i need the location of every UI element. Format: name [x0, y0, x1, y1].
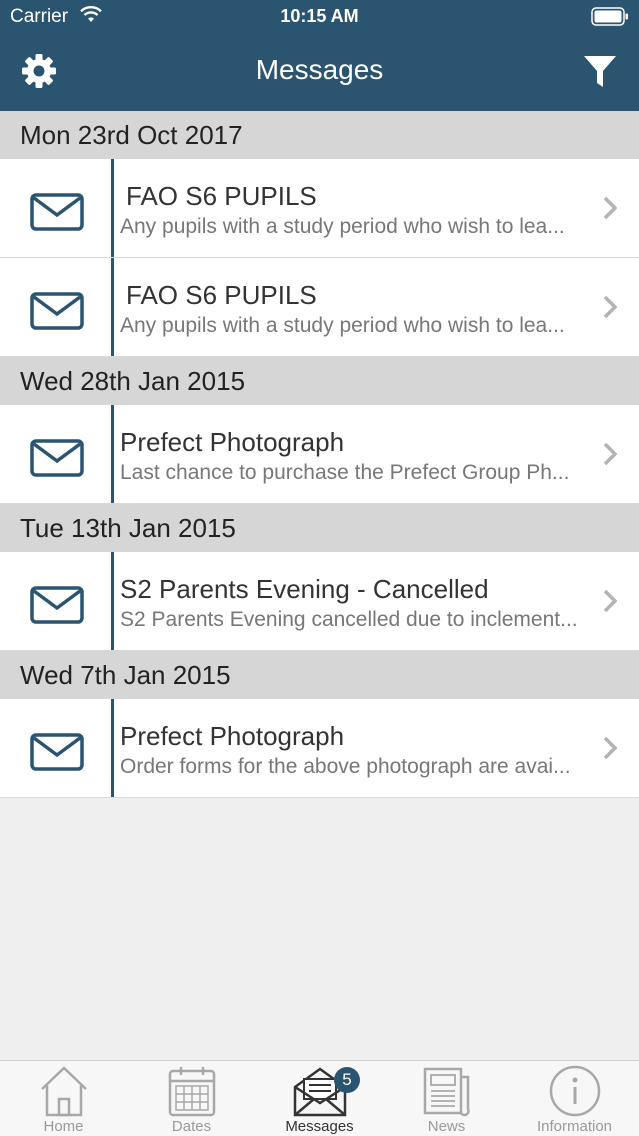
section-header: Wed 7th Jan 2015 [0, 651, 639, 699]
filter-icon[interactable] [583, 54, 617, 90]
section-header: Mon 23rd Oct 2017 [0, 111, 639, 159]
message-row[interactable]: FAO S6 PUPILS Any pupils with a study pe… [0, 258, 639, 357]
message-preview: Last chance to purchase the Prefect Grou… [120, 461, 570, 484]
message-preview: S2 Parents Evening cancelled due to incl… [120, 608, 578, 631]
message-preview: Any pupils with a study period who wish … [120, 215, 565, 238]
tab-dates[interactable]: Dates [128, 1061, 255, 1136]
section-header: Wed 28th Jan 2015 [0, 357, 639, 405]
top-bar: Carrier 10:15 AM Messages [0, 0, 639, 111]
status-time: 10:15 AM [280, 6, 359, 26]
message-title: S2 Parents Evening - Cancelled [120, 574, 489, 604]
calendar-icon [168, 1067, 215, 1117]
tab-information[interactable]: Information [511, 1061, 638, 1136]
chevron-right-icon [603, 736, 617, 760]
chevron-right-icon [603, 295, 617, 319]
row-divider [111, 552, 114, 650]
message-preview: Order forms for the above photograph are… [120, 755, 571, 778]
row-divider [111, 405, 114, 503]
nav-bar: Messages [0, 34, 639, 111]
message-row[interactable]: Prefect Photograph Order forms for the a… [0, 699, 639, 798]
battery-icon [591, 7, 628, 26]
envelope-icon [30, 733, 84, 771]
section-header: Tue 13th Jan 2015 [0, 504, 639, 552]
message-list: Mon 23rd Oct 2017 FAO S6 PUPILS Any pupi… [0, 111, 639, 798]
tab-label: Information [536, 1118, 613, 1135]
tab-label: News [427, 1118, 466, 1135]
status-bar: Carrier 10:15 AM [0, 0, 639, 34]
envelope-icon [30, 193, 84, 231]
tab-home[interactable]: Home [0, 1061, 127, 1136]
info-icon [549, 1065, 600, 1117]
newspaper-icon [423, 1067, 470, 1117]
envelope-icon [30, 439, 84, 477]
row-divider [111, 699, 114, 797]
tab-messages[interactable]: 5 Messages [256, 1061, 383, 1136]
chevron-right-icon [603, 196, 617, 220]
message-title: FAO S6 PUPILS [126, 181, 317, 211]
tab-label: Home [43, 1118, 84, 1135]
message-title: Prefect Photograph [120, 721, 345, 751]
chevron-right-icon [603, 442, 617, 466]
home-icon [40, 1066, 87, 1117]
row-divider [111, 159, 114, 257]
message-row[interactable]: FAO S6 PUPILS Any pupils with a study pe… [0, 159, 639, 258]
message-title: FAO S6 PUPILS [126, 280, 317, 310]
row-divider [111, 258, 114, 356]
message-row[interactable]: S2 Parents Evening - Cancelled S2 Parent… [0, 552, 639, 651]
unread-badge: 5 [334, 1067, 360, 1093]
tab-label: Dates [171, 1118, 212, 1135]
tab-bar: Home Dates 5 Messages News Information [0, 1060, 639, 1136]
envelope-icon [30, 586, 84, 624]
envelope-icon [30, 292, 84, 330]
tab-news[interactable]: News [383, 1061, 510, 1136]
page-title: Messages [255, 54, 384, 85]
message-preview: Any pupils with a study period who wish … [120, 314, 565, 337]
tab-label: Messages [285, 1118, 354, 1135]
chevron-right-icon [603, 589, 617, 613]
message-row[interactable]: Prefect Photograph Last chance to purcha… [0, 405, 639, 504]
message-title: Prefect Photograph [120, 427, 345, 457]
